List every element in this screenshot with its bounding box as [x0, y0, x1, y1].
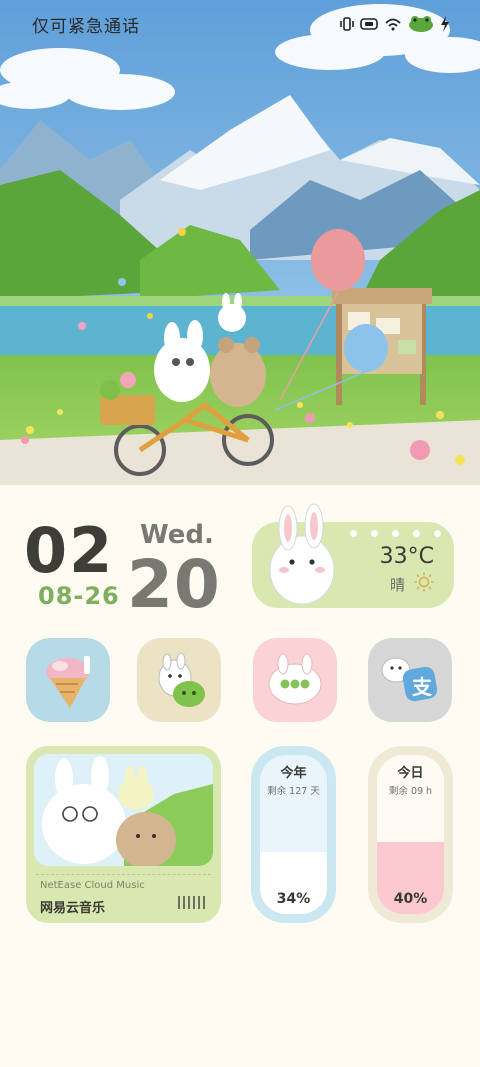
- weather-decor-dots: [350, 530, 441, 537]
- day-progress-title: 今日: [397, 766, 424, 781]
- year-progress-remaining: 剩余 127 天: [267, 786, 320, 797]
- weather-condition: 晴: [390, 576, 406, 594]
- year-progress-widget[interactable]: 今年 剩余 127 天 34%: [251, 746, 336, 923]
- equalizer-icon[interactable]: [178, 896, 205, 909]
- svg-text:支: 支: [412, 675, 433, 699]
- wifi-icon: [385, 18, 401, 31]
- clock-date: 08-26: [38, 582, 120, 610]
- music-divider: [36, 874, 211, 875]
- wallpaper-illustration: [0, 0, 480, 485]
- status-icons: [340, 15, 450, 33]
- year-progress-percent: 34%: [276, 891, 311, 907]
- day-progress-remaining: 剩余 09 h: [388, 786, 433, 797]
- album-art-illustration: [34, 754, 213, 866]
- day-progress-widget[interactable]: 今日 剩余 09 h 40%: [368, 746, 453, 923]
- wallpaper: 仅可紧急通话: [0, 0, 480, 485]
- clock-widget[interactable]: 02 08-26 Wed. 20: [24, 514, 234, 624]
- alipay-app[interactable]: 支: [368, 638, 452, 722]
- bunny-message-icon: [268, 653, 322, 705]
- clock-hour: 02: [24, 514, 115, 587]
- sun-icon: [414, 572, 434, 592]
- bunny-mascot-icon: [269, 503, 335, 605]
- weather-temperature: 33°C: [379, 544, 434, 569]
- charging-icon: [441, 16, 449, 32]
- music-widget[interactable]: NetEase Cloud Music 网易云音乐: [26, 746, 221, 923]
- wechat-app[interactable]: [137, 638, 221, 722]
- day-progress-percent: 40%: [393, 891, 428, 907]
- year-progress-title: 今年: [280, 766, 307, 781]
- vibrate-icon: [340, 17, 354, 31]
- messages-app[interactable]: [253, 638, 337, 722]
- frog-battery-icon: [409, 16, 433, 32]
- album-art[interactable]: [34, 754, 213, 866]
- carrier-status-text: 仅可紧急通话: [32, 16, 140, 37]
- weather-widget[interactable]: 33°C 晴: [252, 503, 454, 608]
- music-subtitle: NetEase Cloud Music: [40, 880, 145, 891]
- battery-saver-icon: [360, 18, 378, 30]
- status-bar: 仅可紧急通话: [0, 0, 480, 48]
- icecream-icon: [46, 656, 90, 708]
- alipay-icon: 支: [381, 657, 438, 702]
- clock-day: 20: [127, 546, 221, 623]
- icecream-app[interactable]: [26, 638, 110, 722]
- chat-bubble-icon: [158, 652, 205, 707]
- music-title: 网易云音乐: [40, 901, 106, 916]
